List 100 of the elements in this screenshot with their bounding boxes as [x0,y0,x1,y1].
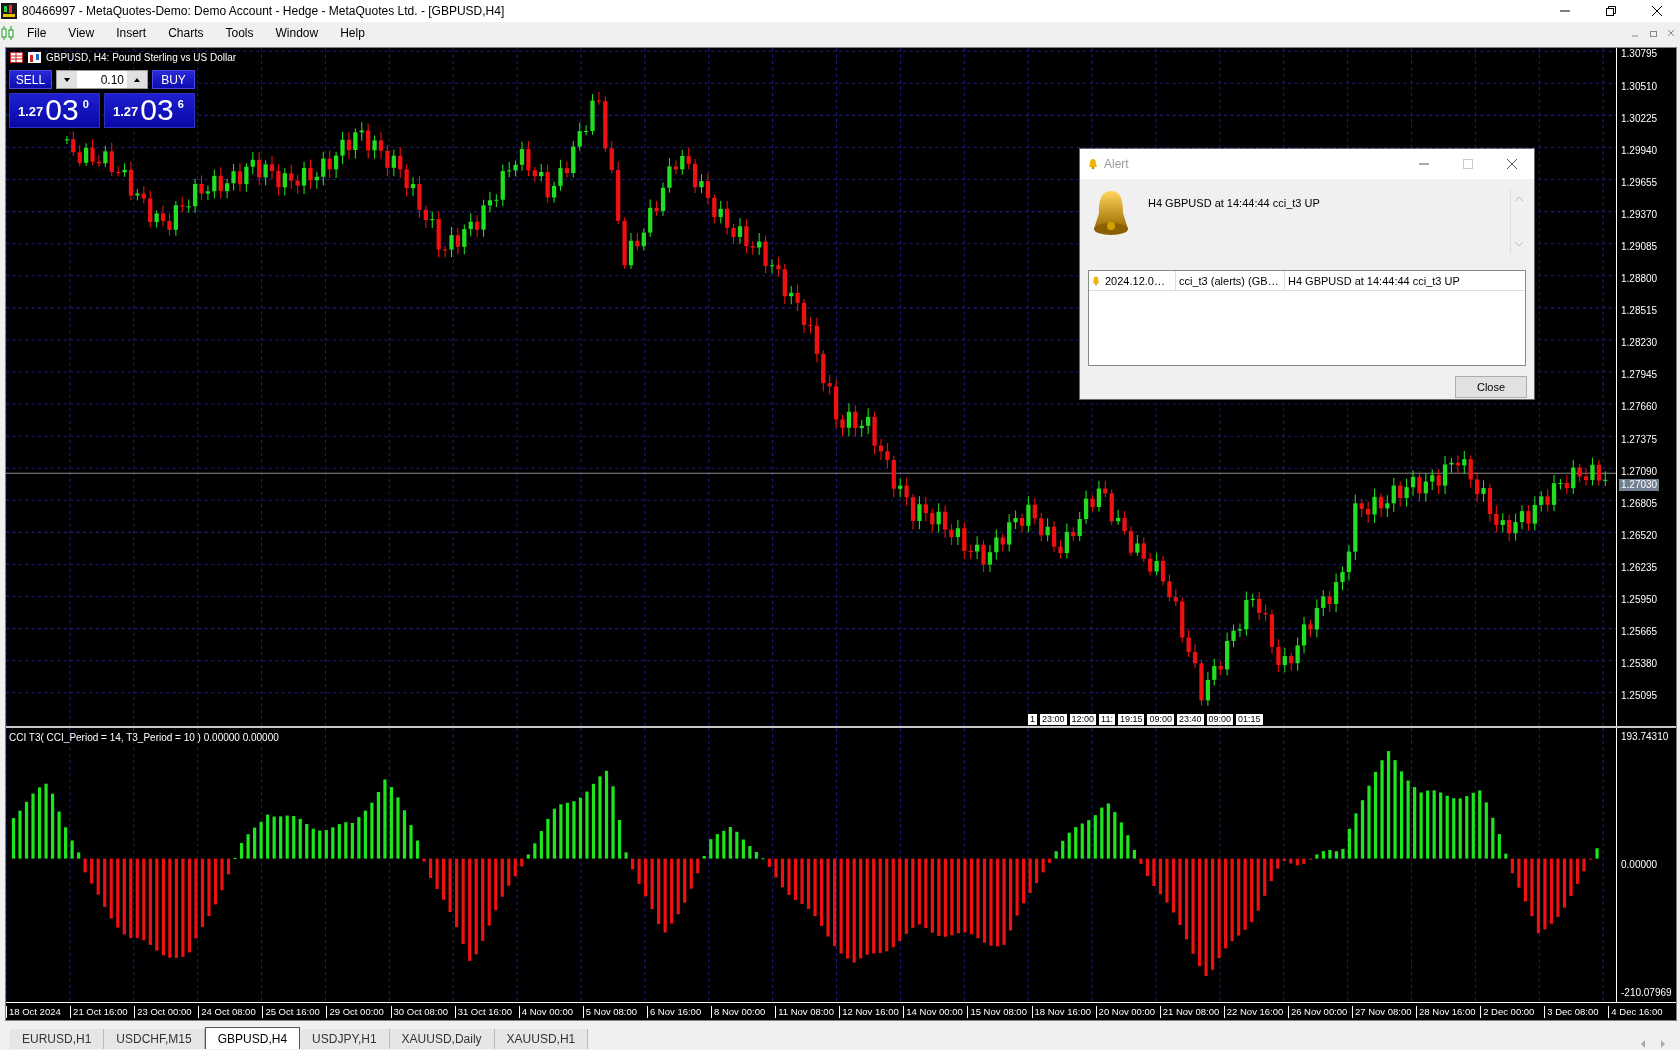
log-message: H4 GBPUSD at 14:44:44 cci_t3 UP [1287,273,1461,289]
price-label: 1.28230 [1621,337,1658,349]
time-label: 21 Nov 08:00 [1159,1005,1224,1018]
price-label: 1.25380 [1621,658,1658,670]
price-label: 1.26235 [1621,561,1658,573]
price-label: 1.29655 [1621,176,1658,188]
indicator-axis-label: 0.00000 [1621,858,1659,872]
maximize-icon [1463,159,1473,169]
alert-message: H4 GBPUSD at 14:44:44 cci_t3 UP [1148,196,1321,211]
time-marker: 11: [1099,714,1115,725]
price-label: 1.30795 [1621,48,1658,60]
scroll-up-icon[interactable] [1513,195,1524,203]
time-label: 27 Nov 08:00 [1351,1005,1417,1018]
menu-item[interactable]: File [16,24,58,42]
indicator-label: CCI T3( CCI_Period = 14, T3_Period = 10 ) 0.00000 0.00000 [9,731,279,745]
close-icon [1507,159,1517,169]
chart-tab[interactable]: USDCHF,M15 [104,1029,205,1049]
price-label: 1.25950 [1621,594,1658,605]
log-source: cci_t3 (alerts) (GB… [1176,270,1285,291]
time-label: 4 Nov 00:00 [518,1005,583,1018]
time-label: 18 Nov 16:00 [1031,1005,1096,1018]
time-label: 20 Nov 00:00 [1095,1005,1160,1018]
price-label: 1.30225 [1621,112,1658,124]
time-label: 6 Nov 16:00 [646,1005,712,1018]
time-label: 18 Oct 2024 [6,1005,71,1018]
time-label: 24 Oct 08:00 [198,1005,263,1018]
volume-control[interactable]: 0.10 [56,70,148,89]
candles-icon[interactable] [0,25,16,41]
time-marker: 19:15 [1117,714,1145,725]
price-label: 1.30510 [1621,80,1658,92]
chart-tab[interactable]: XAUUSD,Daily [389,1029,495,1049]
close-icon[interactable] [1666,28,1676,38]
scroll-left-icon[interactable] [1639,1039,1647,1049]
down-icon[interactable] [63,75,71,84]
menu-item[interactable]: Charts [157,24,215,42]
menu-item[interactable]: Insert [105,24,158,42]
price-label: 1.26520 [1621,529,1658,541]
time-label: 3 Dec 08:00 [1544,1005,1609,1018]
time-label: 31 Oct 16:00 [454,1005,519,1018]
time-label: 8 Nov 00:00 [711,1005,776,1018]
scroll-right-icon[interactable] [1659,1039,1667,1049]
chart-tab[interactable]: XAUUSD,H1 [494,1029,589,1049]
restore-icon [1606,6,1616,16]
menu-item[interactable]: Help [329,24,376,42]
log-time: 2024.12.0… [1105,273,1165,289]
restore-icon[interactable] [1648,28,1658,38]
menu-item[interactable]: Window [264,24,330,42]
price-label: 1.29085 [1621,240,1658,252]
time-label: 30 Oct 08:00 [390,1005,455,1018]
menu-item[interactable]: Tools [214,24,265,42]
time-marker: 01:15 [1236,714,1263,725]
chart-tab[interactable]: EURUSD,H1 [10,1029,105,1049]
time-marker: 23:40 [1177,714,1204,725]
time-label: 28 Nov 16:00 [1416,1005,1481,1018]
scroll-down-icon[interactable] [1513,240,1524,248]
time-marker: 23:00 [1040,714,1067,725]
sell-button[interactable]: SELL [9,70,52,89]
current-price-label: 1.27030 [1619,479,1660,491]
time-label: 23 Oct 00:00 [134,1005,199,1018]
price-label: 1.29370 [1621,208,1658,220]
indicator-axis-label: -210.07969 [1621,986,1673,1000]
bell-icon [1088,158,1098,170]
close-icon [1652,6,1662,16]
app-logo-icon [0,2,18,20]
chart-icon[interactable] [28,52,41,63]
price-label: 1.27090 [1621,465,1658,477]
time-label: 26 Nov 00:00 [1287,1005,1352,1018]
window-title: 80466997 - MetaQuotes-Demo: Demo Account - Hedge - MetaQuotes Ltd. - [GBPUSD,H4] [22,3,505,20]
time-marker: 1 [1028,714,1037,725]
table-icon[interactable] [10,52,23,63]
chart-title: GBPUSD, H4: Pound Sterling vs US Dollar [46,51,237,65]
dialog-title: Alert [1104,156,1130,173]
time-label: 5 Nov 08:00 [582,1005,647,1018]
bell-icon [1092,189,1130,236]
time-label: 2 Dec 00:00 [1480,1005,1545,1018]
price-label: 1.28515 [1621,305,1658,317]
price-label: 1.26805 [1621,497,1658,509]
price-label: 1.27945 [1621,369,1658,381]
time-marker: 09:00 [1206,714,1234,725]
time-label: 25 Oct 16:00 [262,1005,327,1018]
price-label: 1.25665 [1621,626,1658,638]
close-button[interactable]: Close [1455,376,1527,398]
price-label: 1.25095 [1621,690,1658,702]
buy-button[interactable]: BUY [152,70,195,89]
price-label: 1.28800 [1621,273,1658,285]
bell-icon [1092,275,1100,286]
chart-tab[interactable]: USDJPY,H1 [300,1029,390,1049]
chart-tab[interactable]: GBPUSD,H4 [204,1027,301,1049]
menu-item[interactable]: View [57,24,106,42]
time-label: 4 Dec 16:00 [1608,1005,1673,1018]
time-label: 21 Oct 16:00 [70,1005,135,1018]
time-label: 29 Oct 00:00 [326,1005,391,1018]
price-label: 1.29940 [1621,144,1658,156]
price-label: 1.27375 [1621,433,1658,445]
time-label: 22 Nov 16:00 [1223,1005,1288,1018]
time-label: 12 Nov 16:00 [839,1005,904,1018]
indicator-axis-label: 193.74310 [1621,730,1670,744]
time-marker: 12:00 [1069,714,1097,725]
time-label: 11 Nov 08:00 [775,1005,840,1018]
time-marker: 09:00 [1147,714,1174,725]
